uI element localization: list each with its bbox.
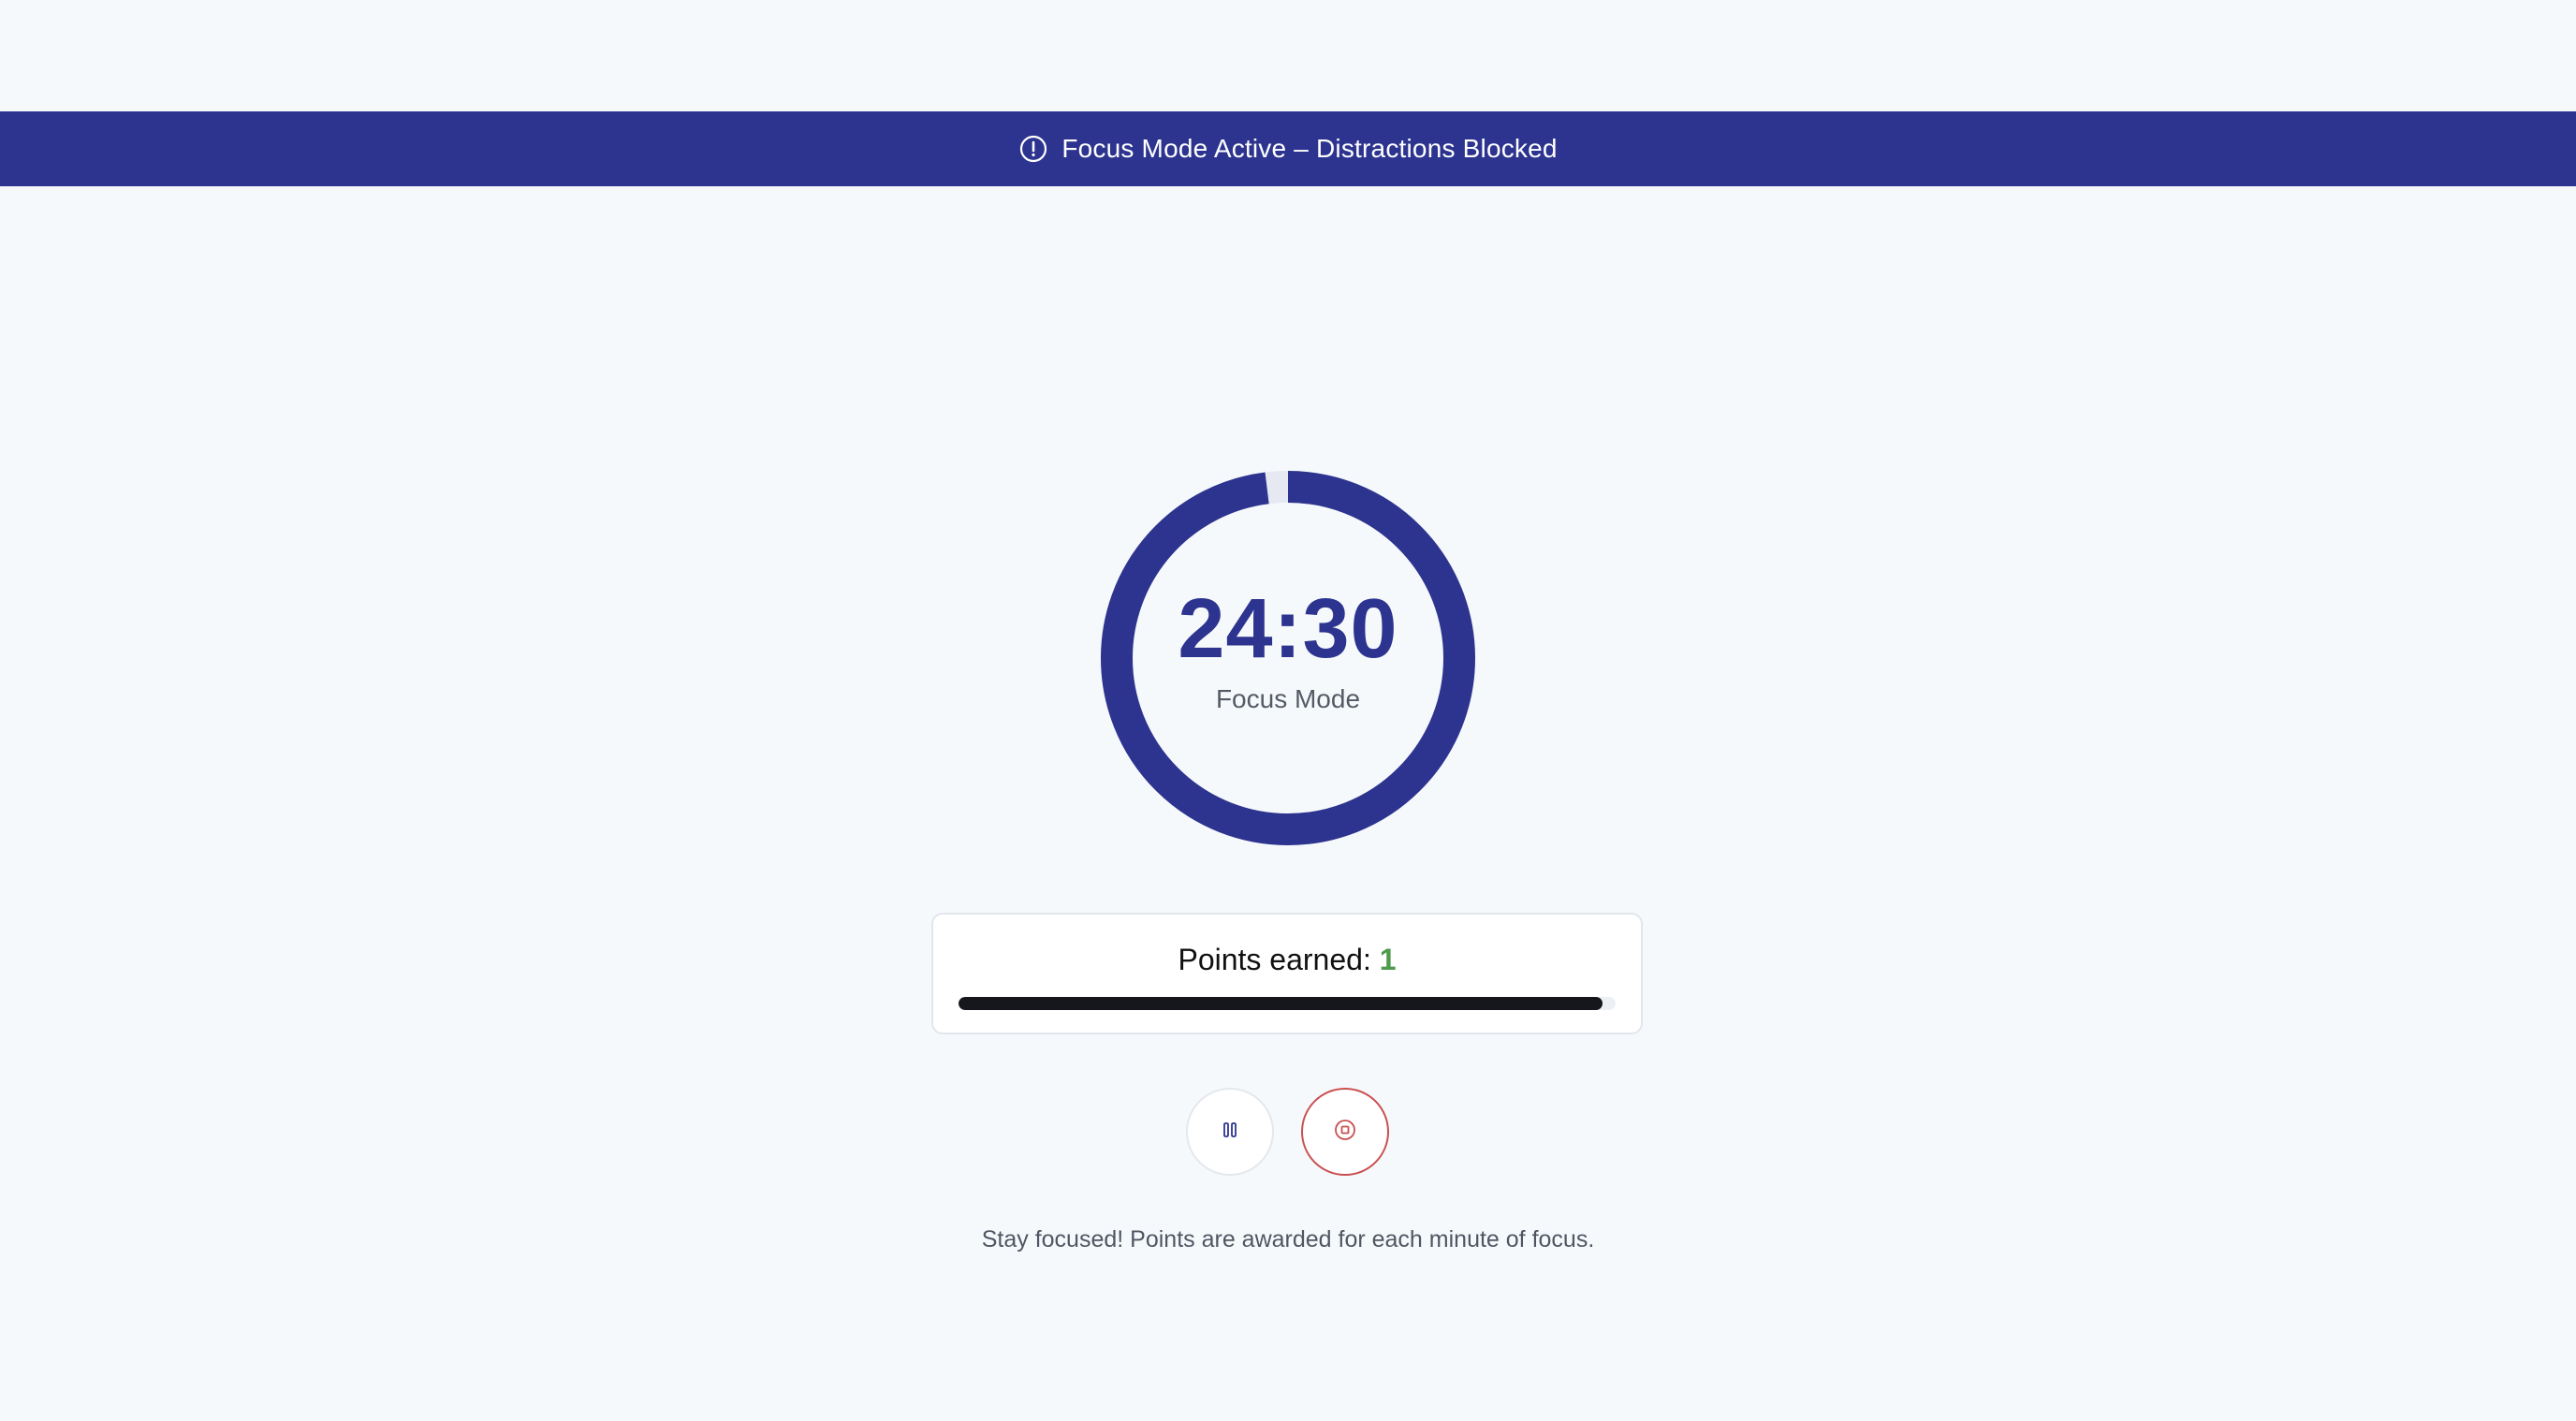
points-progress-fill: [959, 997, 1603, 1010]
banner-text: Focus Mode Active – Distractions Blocked: [1061, 134, 1558, 163]
pause-icon: [1220, 1120, 1240, 1145]
timer-mode-label: Focus Mode: [1215, 684, 1361, 713]
points-value: 1: [1379, 943, 1397, 976]
stop-button[interactable]: [1301, 1088, 1389, 1176]
timer-countdown: 24:30: [1178, 582, 1398, 676]
timer-ring: 24:30 Focus Mode: [1101, 471, 1475, 845]
stop-icon: [1333, 1118, 1357, 1147]
points-line: Points earned: 1: [933, 943, 1641, 977]
points-label: Points earned:: [1178, 943, 1380, 976]
points-progress-bar: [959, 997, 1616, 1010]
points-card: Points earned: 1: [931, 913, 1643, 1034]
alert-circle-icon: [1018, 134, 1048, 164]
focus-mode-banner: Focus Mode Active – Distractions Blocked: [0, 111, 2576, 186]
pause-button[interactable]: [1186, 1088, 1274, 1176]
focus-hint-text: Stay focused! Points are awarded for eac…: [981, 1226, 1595, 1253]
